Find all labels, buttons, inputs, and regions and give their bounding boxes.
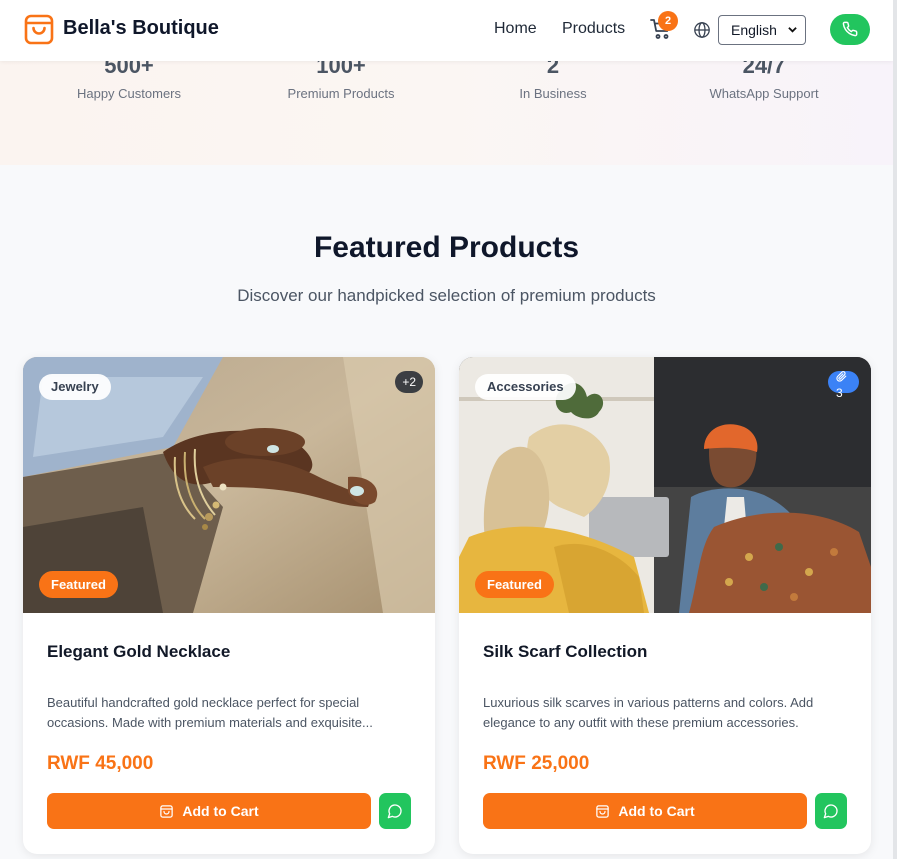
stat-label: Premium Products	[287, 86, 395, 101]
chevron-down-icon	[788, 27, 797, 33]
shopping-bag-logo-icon[interactable]	[24, 13, 54, 45]
section-subtitle: Discover our handpicked selection of pre…	[237, 286, 656, 305]
add-to-cart-button[interactable]: Add to Cart	[47, 793, 371, 829]
phone-icon	[842, 21, 858, 37]
product-card[interactable]: Jewelry +2 Featured Elegant Gold Necklac…	[23, 357, 435, 854]
add-to-cart-label: Add to Cart	[618, 803, 695, 819]
page-scrollbar[interactable]	[893, 0, 897, 859]
section-title: Featured Products	[313, 231, 580, 264]
featured-badge: Featured	[39, 571, 118, 598]
paperclip-icon	[836, 371, 847, 382]
shopping-bag-icon	[596, 805, 610, 818]
stats-strip: 500+ Happy Customers 100+ Premium Produc…	[0, 53, 893, 165]
whatsapp-button[interactable]	[815, 793, 847, 829]
stat-label: Happy Customers	[76, 86, 182, 101]
top-navbar: Bella's Boutique Home Products 2 English	[0, 0, 893, 61]
image-count-badge: +2	[395, 371, 423, 393]
product-description: Beautiful handcrafted gold necklace perf…	[47, 695, 373, 730]
product-description: Luxurious silk scarves in various patter…	[483, 695, 814, 730]
shopping-bag-icon	[160, 805, 174, 818]
nav-link-home[interactable]: Home	[494, 20, 537, 38]
product-card[interactable]: Accessories 3 Featured Silk Scarf Collec…	[459, 357, 871, 854]
category-badge: Jewelry	[39, 374, 111, 400]
product-name[interactable]: Elegant Gold Necklace	[47, 642, 230, 662]
call-button[interactable]	[830, 14, 870, 45]
language-selected-value: English	[731, 22, 777, 38]
product-image[interactable]: Jewelry +2 Featured	[23, 357, 435, 613]
whatsapp-chat-icon	[387, 804, 402, 819]
language-select[interactable]: English	[718, 15, 806, 45]
product-name[interactable]: Silk Scarf Collection	[483, 642, 647, 662]
whatsapp-chat-icon	[823, 804, 838, 819]
category-badge: Accessories	[475, 374, 576, 400]
image-count-badge: 3	[828, 371, 859, 400]
featured-badge: Featured	[475, 571, 554, 598]
stat-label: In Business	[519, 86, 587, 101]
brand-name[interactable]: Bella's Boutique	[63, 17, 219, 40]
add-to-cart-button[interactable]: Add to Cart	[483, 793, 807, 829]
page: Bella's Boutique Home Products 2 English	[0, 0, 893, 859]
product-image[interactable]: Accessories 3 Featured	[459, 357, 871, 613]
image-count-value: 3	[836, 386, 843, 400]
product-price: RWF 25,000	[483, 753, 590, 774]
add-to-cart-label: Add to Cart	[182, 803, 259, 819]
globe-icon	[694, 22, 710, 38]
cart-count-badge: 2	[658, 11, 678, 31]
whatsapp-button[interactable]	[379, 793, 411, 829]
stat-label: WhatsApp Support	[709, 86, 819, 101]
product-price: RWF 45,000	[47, 753, 154, 774]
nav-link-products[interactable]: Products	[562, 20, 625, 38]
